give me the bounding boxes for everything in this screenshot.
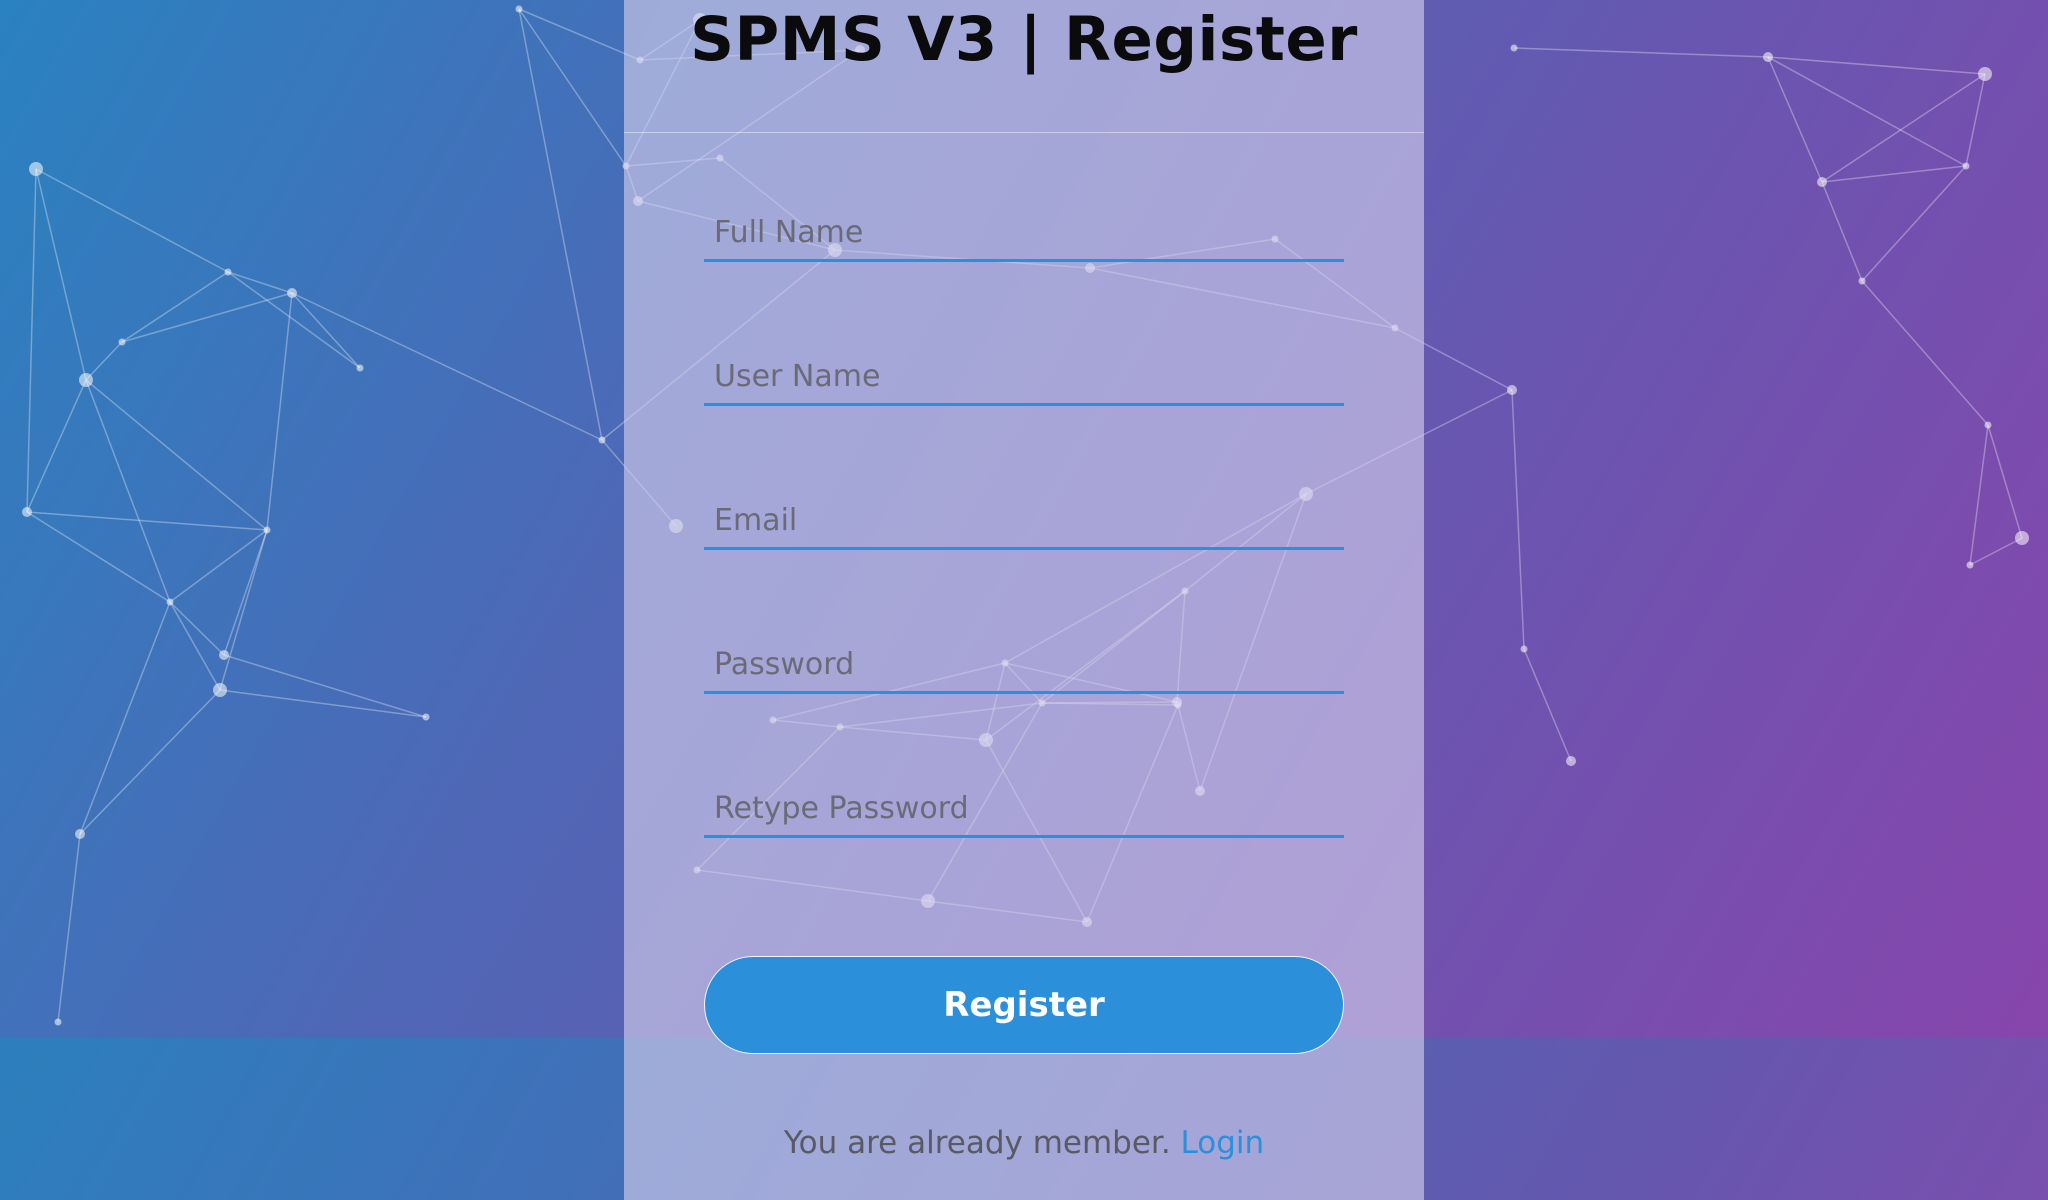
network-link <box>85 341 123 381</box>
network-node <box>1520 645 1528 653</box>
login-prompt-text: You are already member. <box>783 1125 1181 1161</box>
register-button[interactable]: Register <box>704 956 1344 1054</box>
network-link <box>121 271 229 343</box>
retype-password-field[interactable] <box>704 782 1344 838</box>
title-divider <box>624 132 1424 133</box>
network-link <box>1767 56 1823 183</box>
network-link <box>1861 165 1967 282</box>
network-link <box>291 292 603 441</box>
network-node <box>1566 756 1576 766</box>
network-link <box>35 168 87 381</box>
network-link <box>85 379 171 603</box>
network-node <box>1817 177 1827 187</box>
network-link <box>1513 47 1769 58</box>
network-node <box>1966 561 1974 569</box>
network-node <box>1978 67 1992 81</box>
network-link <box>79 689 221 835</box>
network-link <box>1821 73 1986 183</box>
network-link <box>1523 648 1572 762</box>
network-link <box>1767 56 1967 167</box>
login-prompt: You are already member. Login <box>624 1125 1424 1161</box>
network-node <box>1510 44 1518 52</box>
network-link <box>26 511 268 531</box>
password-field[interactable] <box>704 638 1344 694</box>
network-link <box>121 292 293 343</box>
network-node <box>29 162 43 176</box>
network-link <box>266 292 293 531</box>
email-field[interactable] <box>704 494 1344 550</box>
network-link <box>169 601 221 691</box>
network-link <box>57 833 81 1023</box>
network-link <box>1767 56 1986 75</box>
network-link <box>1861 280 1989 426</box>
network-node <box>1507 385 1517 395</box>
page-title: SPMS V3 | Register <box>690 4 1358 75</box>
network-node <box>263 526 271 534</box>
network-link <box>1969 537 2023 566</box>
network-link <box>1965 73 1986 167</box>
network-node <box>213 683 227 697</box>
network-node <box>54 1018 62 1026</box>
network-link <box>219 529 268 691</box>
network-node <box>1763 52 1773 62</box>
network-link <box>518 8 627 167</box>
network-node <box>79 373 93 387</box>
network-link <box>26 168 37 513</box>
network-link <box>85 379 268 531</box>
network-link <box>518 8 641 61</box>
network-node <box>219 650 229 660</box>
network-link <box>1511 389 1525 650</box>
network-node <box>515 5 523 13</box>
network-node <box>287 288 297 298</box>
network-node <box>22 507 32 517</box>
network-link <box>35 168 229 273</box>
network-node <box>118 338 126 346</box>
network-link <box>291 292 361 369</box>
network-link <box>26 511 171 603</box>
network-node <box>75 829 85 839</box>
network-link <box>79 601 171 835</box>
network-node <box>356 364 364 372</box>
full-name-field[interactable] <box>704 206 1344 262</box>
network-link <box>227 271 361 369</box>
network-link <box>1821 181 1863 282</box>
network-link <box>223 654 427 718</box>
network-node <box>2015 531 2029 545</box>
network-link <box>1821 165 1967 183</box>
network-link <box>227 271 293 294</box>
user-name-field[interactable] <box>704 350 1344 406</box>
network-link <box>518 8 603 441</box>
network-node <box>422 713 430 721</box>
network-link <box>26 379 87 513</box>
network-link <box>169 601 225 656</box>
network-node <box>598 436 606 444</box>
network-link <box>1987 424 2023 539</box>
network-node <box>166 598 174 606</box>
network-node <box>1962 162 1970 170</box>
network-node <box>1858 277 1866 285</box>
network-link <box>169 529 268 603</box>
network-link <box>223 529 268 656</box>
network-node <box>224 268 232 276</box>
network-node <box>1984 421 1992 429</box>
network-link <box>219 689 427 718</box>
login-link[interactable]: Login <box>1181 1125 1265 1161</box>
network-link <box>1969 424 1989 566</box>
